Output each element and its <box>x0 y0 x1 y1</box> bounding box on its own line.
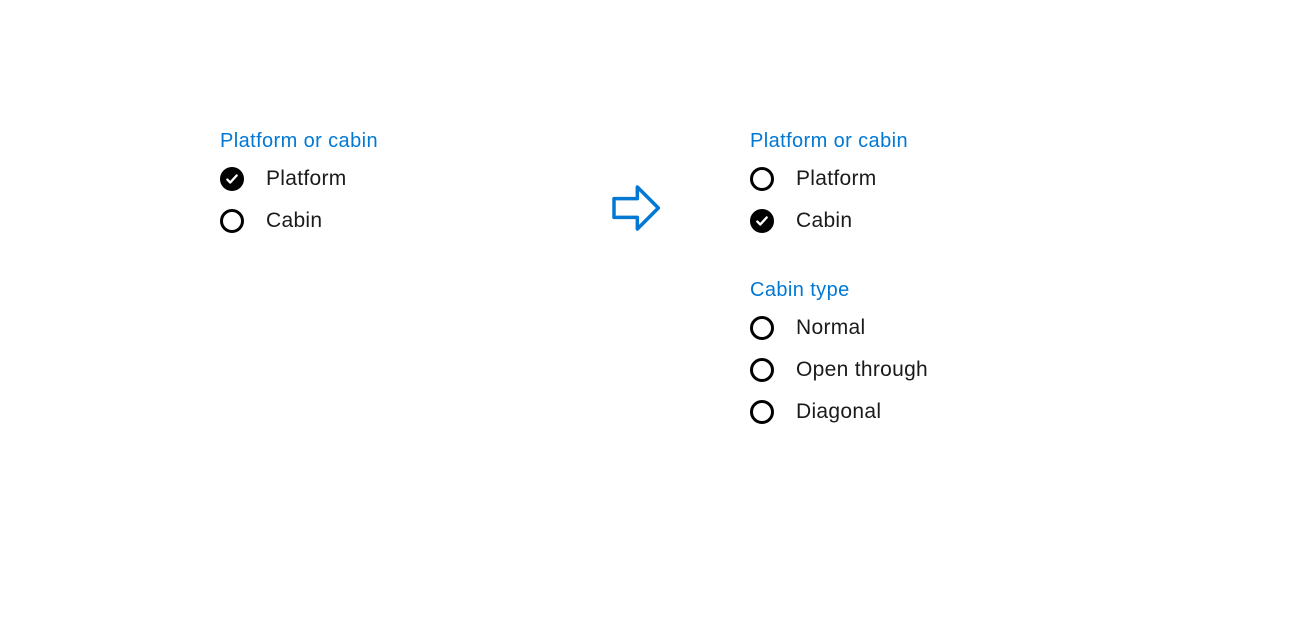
radio-open-through[interactable]: Open through <box>750 358 1090 382</box>
radio-indicator-unselected <box>750 316 774 340</box>
radio-label: Open through <box>796 358 928 382</box>
radio-indicator-selected <box>220 167 244 191</box>
layout-container: Platform or cabin Platform Cabin Platfor… <box>0 0 1300 442</box>
group-spacer <box>750 251 1090 279</box>
radio-label: Cabin <box>266 209 322 233</box>
radio-indicator-unselected <box>220 209 244 233</box>
radio-label: Cabin <box>796 209 852 233</box>
radio-cabin-left[interactable]: Cabin <box>220 209 520 233</box>
group-title-cabin-type: Cabin type <box>750 279 1090 302</box>
radio-indicator-selected <box>750 209 774 233</box>
radio-label: Diagonal <box>796 400 881 424</box>
group-title-platform-or-cabin-left: Platform or cabin <box>220 130 520 153</box>
group-title-platform-or-cabin-right: Platform or cabin <box>750 130 1090 153</box>
radio-diagonal[interactable]: Diagonal <box>750 400 1090 424</box>
arrow-right-icon <box>607 180 663 241</box>
radio-indicator-unselected <box>750 400 774 424</box>
radio-label: Platform <box>796 167 877 191</box>
radio-indicator-unselected <box>750 358 774 382</box>
radio-label: Normal <box>796 316 865 340</box>
left-panel: Platform or cabin Platform Cabin <box>220 130 520 251</box>
radio-normal[interactable]: Normal <box>750 316 1090 340</box>
radio-label: Platform <box>266 167 347 191</box>
arrow-container <box>520 130 750 241</box>
right-panel: Platform or cabin Platform Cabin Cabin t… <box>750 130 1090 442</box>
radio-indicator-unselected <box>750 167 774 191</box>
radio-platform-right[interactable]: Platform <box>750 167 1090 191</box>
radio-cabin-right[interactable]: Cabin <box>750 209 1090 233</box>
radio-platform-left[interactable]: Platform <box>220 167 520 191</box>
